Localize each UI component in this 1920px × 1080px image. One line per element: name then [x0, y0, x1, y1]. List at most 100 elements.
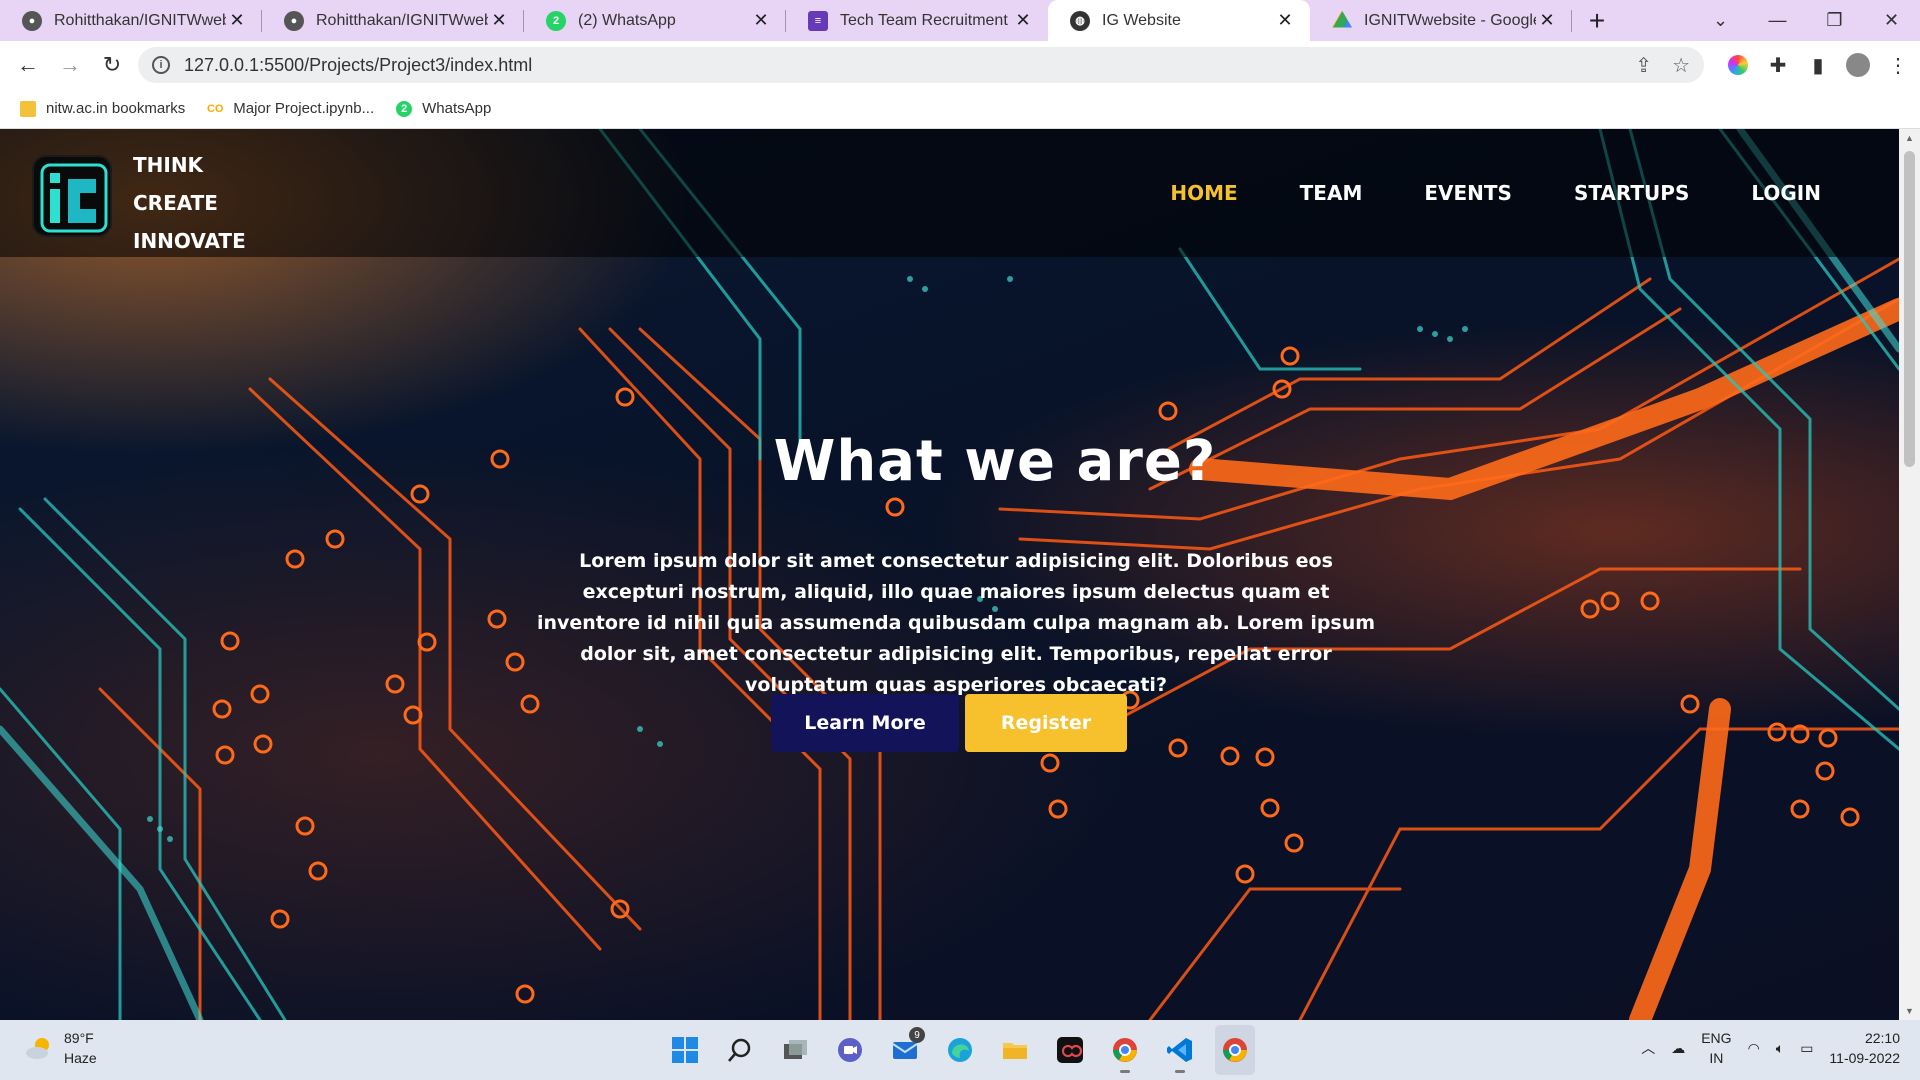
vscode-icon: [1167, 1038, 1192, 1062]
color-extension-icon[interactable]: [1726, 53, 1750, 77]
edge-browser-icon: [948, 1038, 972, 1062]
url-text[interactable]: 127.0.0.1:5500/Projects/Project3/index.h…: [184, 55, 1635, 76]
start-button[interactable]: [665, 1025, 705, 1075]
profile-avatar[interactable]: [1846, 53, 1870, 77]
clock-time: 22:10: [1864, 1030, 1900, 1046]
tagline-create: CREATE: [133, 191, 218, 215]
clock[interactable]: 22:10 11-09-2022: [1829, 1028, 1900, 1068]
tab-divider: [1571, 10, 1572, 32]
tab-title: Tech Team Recruitment Tasl: [840, 11, 1012, 29]
teams-chat-icon: [838, 1038, 862, 1062]
tab-title: Rohitthakan/IGNITWwebsit: [54, 11, 226, 29]
restore-button[interactable]: ❐: [1806, 0, 1863, 41]
weather-temperature: 89°F: [64, 1030, 94, 1046]
tab-title: (2) WhatsApp: [578, 11, 676, 29]
browser-tab[interactable]: ● Rohitthakan/IGNITWwebsit ✕: [0, 0, 262, 41]
bookmark-item[interactable]: 2 WhatsApp: [396, 100, 491, 117]
reload-button[interactable]: ↻: [92, 45, 132, 85]
browser-tab[interactable]: 2 (2) WhatsApp ✕: [524, 0, 786, 41]
scroll-down-icon[interactable]: ▼: [1899, 1002, 1920, 1020]
scrollbar-thumb[interactable]: [1904, 151, 1915, 467]
minimize-button[interactable]: —: [1749, 0, 1806, 41]
tab-title: IGNITWwebsite - Google D: [1364, 11, 1536, 29]
screen: ● Rohitthakan/IGNITWwebsit ✕ ● Rohitthak…: [0, 0, 1920, 1080]
creative-cloud-icon: [1057, 1037, 1083, 1063]
browser-toolbar: ← → ↻ i 127.0.0.1:5500/Projects/Project3…: [0, 41, 1920, 89]
mail-app-button[interactable]: 9: [885, 1025, 925, 1075]
site-header: THINK CREATE INNOVATE HOME TEAM EVENTS S…: [0, 129, 1899, 257]
mail-badge: 9: [909, 1027, 925, 1043]
search-button[interactable]: [720, 1025, 760, 1075]
tab-search-icon[interactable]: ⌄: [1692, 0, 1749, 41]
volume-icon[interactable]: 🔈︎: [1776, 1040, 1784, 1057]
browser-tab[interactable]: IGNITWwebsite - Google D ✕: [1310, 0, 1572, 41]
page-scrollbar[interactable]: ▲ ▼: [1899, 129, 1920, 1020]
nav-home[interactable]: HOME: [1170, 181, 1237, 205]
forward-button[interactable]: →: [50, 45, 90, 85]
close-icon[interactable]: ✕: [488, 10, 510, 31]
browser-tab[interactable]: ● Rohitthakan/IGNITWwebsit ✕: [262, 0, 524, 41]
onedrive-icon[interactable]: ☁: [1671, 1040, 1685, 1057]
chrome-icon: [1113, 1038, 1137, 1062]
hero-description: Lorem ipsum dolor sit amet consectetur a…: [536, 550, 1376, 696]
site-info-icon[interactable]: i: [152, 56, 170, 74]
close-icon[interactable]: ✕: [750, 10, 772, 31]
chrome-active-button[interactable]: [1215, 1025, 1255, 1075]
teams-chat-button[interactable]: [830, 1025, 870, 1075]
colab-icon: CO: [206, 102, 224, 115]
bookmark-item[interactable]: CO Major Project.ipynb...: [207, 100, 374, 117]
task-view-button[interactable]: [775, 1025, 815, 1075]
back-button[interactable]: ←: [8, 45, 48, 85]
file-explorer-button[interactable]: [995, 1025, 1035, 1075]
toolbar-actions: ✚ ▮ ⋮: [1726, 45, 1910, 85]
creative-cloud-button[interactable]: [1050, 1025, 1090, 1075]
wifi-icon[interactable]: ◠: [1748, 1040, 1760, 1057]
close-icon[interactable]: ✕: [1012, 10, 1034, 31]
weather-widget[interactable]: 89°F Haze: [24, 1028, 97, 1068]
address-bar[interactable]: i 127.0.0.1:5500/Projects/Project3/index…: [138, 47, 1704, 83]
browser-tab[interactable]: ≡ Tech Team Recruitment Tasl ✕: [786, 0, 1048, 41]
nav-login[interactable]: LOGIN: [1751, 181, 1821, 205]
close-window-button[interactable]: ✕: [1863, 0, 1920, 41]
bookmark-label: nitw.ac.in bookmarks: [46, 100, 186, 117]
clock-date: 11-09-2022: [1829, 1050, 1900, 1066]
nav-team[interactable]: TEAM: [1300, 181, 1363, 205]
extensions-puzzle-icon[interactable]: ✚: [1766, 53, 1790, 77]
new-tab-button[interactable]: +: [1572, 0, 1622, 41]
folder-icon: [1003, 1043, 1027, 1059]
side-panel-icon[interactable]: ▮: [1806, 53, 1830, 77]
edge-button[interactable]: [940, 1025, 980, 1075]
chevron-up-icon[interactable]: ︿: [1641, 1038, 1655, 1058]
windows-start-icon: [672, 1037, 698, 1063]
menu-icon[interactable]: ⋮: [1886, 53, 1910, 77]
bookmark-item[interactable]: nitw.ac.in bookmarks: [20, 100, 185, 117]
tagline-think: THINK: [133, 153, 204, 177]
window-controls: ⌄ — ❐ ✕: [1692, 0, 1920, 41]
whatsapp-icon: 2: [546, 10, 566, 31]
language-indicator[interactable]: ENG IN: [1701, 1028, 1731, 1068]
site-nav: HOME TEAM EVENTS STARTUPS LOGIN: [1170, 181, 1821, 205]
tab-title: Rohitthakan/IGNITWwebsit: [316, 11, 488, 29]
vscode-button[interactable]: [1160, 1025, 1200, 1075]
chrome-icon: [1223, 1038, 1247, 1062]
browser-tab-strip: ● Rohitthakan/IGNITWwebsit ✕ ● Rohitthak…: [0, 0, 1920, 41]
close-icon[interactable]: ✕: [1274, 10, 1296, 31]
system-tray: ︿ ☁ ENG IN ◠ 🔈︎ ▭ 22:10 11-09-2022: [1641, 1028, 1900, 1068]
close-icon[interactable]: ✕: [1536, 10, 1558, 31]
site-tagline: THINK CREATE INNOVATE: [133, 146, 246, 260]
browser-tab-active[interactable]: ◍ IG Website ✕: [1048, 0, 1310, 41]
bookmark-star-icon[interactable]: ☆: [1672, 53, 1690, 78]
ignitw-logo[interactable]: [32, 155, 112, 237]
register-button[interactable]: Register: [965, 694, 1127, 752]
nav-events[interactable]: EVENTS: [1424, 181, 1512, 205]
nav-startups[interactable]: STARTUPS: [1574, 181, 1689, 205]
battery-icon[interactable]: ▭: [1800, 1040, 1813, 1057]
chrome-profile-button[interactable]: [1105, 1025, 1145, 1075]
weather-condition: Haze: [64, 1050, 97, 1066]
share-icon[interactable]: ⇪: [1635, 53, 1652, 78]
close-icon[interactable]: ✕: [226, 10, 248, 31]
drive-icon: [1332, 10, 1352, 28]
learn-more-button[interactable]: Learn More: [771, 694, 959, 752]
github-icon: ●: [22, 10, 42, 31]
scroll-up-icon[interactable]: ▲: [1899, 129, 1920, 147]
